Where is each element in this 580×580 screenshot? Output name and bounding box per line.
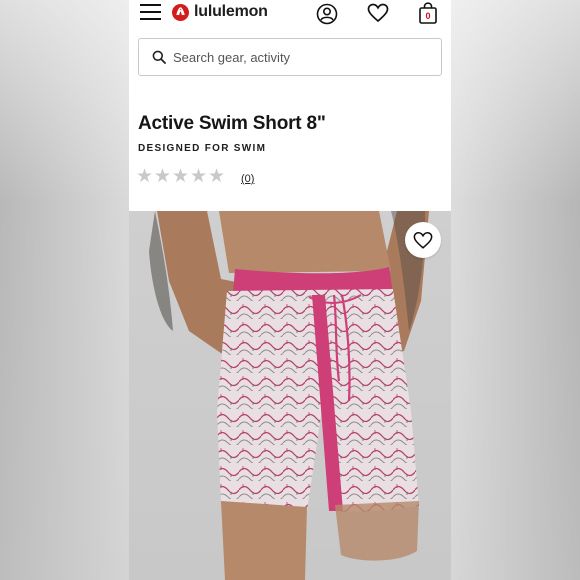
star-icon: ★ [154, 166, 172, 187]
heart-icon[interactable] [367, 3, 389, 28]
star-icon: ★ [172, 166, 190, 187]
shopping-bag-icon[interactable]: 0 [418, 2, 438, 29]
rating-stars[interactable]: ★ ★ ★ ★ ★ [136, 166, 226, 187]
heart-icon [413, 231, 433, 249]
search-input[interactable] [173, 47, 423, 67]
search-icon [152, 50, 166, 64]
review-count-link[interactable]: (0) [241, 173, 254, 185]
product-photo [149, 211, 429, 580]
star-icon: ★ [190, 166, 208, 187]
hamburger-menu-icon[interactable] [140, 4, 161, 20]
product-category: DESIGNED FOR SWIM [138, 143, 267, 154]
search-bar[interactable] [138, 38, 442, 76]
star-icon: ★ [208, 166, 226, 187]
lululemon-logo-icon [172, 3, 189, 21]
brand-name: lululemon [194, 3, 268, 20]
star-icon: ★ [136, 166, 154, 187]
product-image[interactable] [129, 211, 451, 580]
account-icon[interactable] [316, 3, 338, 30]
cart-count-badge: 0 [425, 11, 431, 21]
top-nav: lululemon 0 [129, 0, 451, 30]
product-title: Active Swim Short 8" [138, 113, 326, 134]
app-screen: lululemon 0 Active Sw [129, 0, 451, 580]
favorite-button[interactable] [405, 222, 441, 258]
brand-logo[interactable]: lululemon [172, 3, 268, 21]
